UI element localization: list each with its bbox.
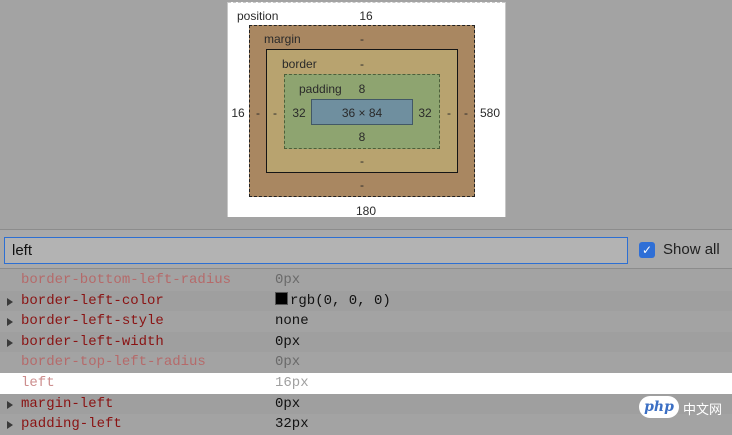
property-value: rgb(0, 0, 0) bbox=[290, 292, 391, 309]
position-label: position bbox=[237, 9, 279, 23]
property-value: none bbox=[275, 313, 309, 330]
property-value: 0px bbox=[275, 354, 301, 371]
property-row-border-top-left-radius[interactable]: border-top-left-radius 0px bbox=[0, 352, 732, 373]
padding-bottom-value[interactable]: 8 bbox=[359, 130, 366, 144]
property-value: 0px bbox=[275, 395, 301, 412]
property-name: border-left-style bbox=[21, 313, 164, 330]
property-name: border-top-left-radius bbox=[21, 354, 206, 371]
property-value-wrap: rgb(0, 0, 0) bbox=[275, 291, 391, 312]
property-name: left bbox=[21, 374, 55, 391]
expand-triangle-icon[interactable] bbox=[7, 297, 13, 306]
property-name: border-left-width bbox=[21, 333, 164, 350]
show-all-checkbox[interactable]: ✓ bbox=[639, 242, 655, 258]
property-row-border-left-width[interactable]: border-left-width 0px bbox=[0, 331, 732, 353]
site-watermark: php 中文网 bbox=[639, 396, 723, 418]
show-all-label[interactable]: Show all bbox=[663, 241, 720, 258]
border-left-value[interactable]: - bbox=[273, 106, 277, 120]
padding-left-value[interactable]: 32 bbox=[292, 106, 305, 120]
color-swatch-icon[interactable] bbox=[275, 291, 288, 305]
border-right-value[interactable]: - bbox=[447, 106, 451, 120]
border-top-value[interactable]: - bbox=[360, 57, 364, 71]
property-value: 32px bbox=[275, 416, 309, 433]
checkmark-icon: ✓ bbox=[641, 243, 653, 257]
margin-right-value[interactable]: - bbox=[464, 106, 468, 120]
expand-triangle-icon[interactable] bbox=[7, 338, 13, 347]
property-row-border-bottom-left-radius[interactable]: border-bottom-left-radius 0px bbox=[0, 270, 732, 291]
padding-label: padding bbox=[299, 82, 342, 96]
content-size-value[interactable]: 36 × 84 bbox=[342, 106, 382, 120]
property-name: border-left-color bbox=[21, 292, 164, 309]
computed-properties-list: border-bottom-left-radius 0px border-lef… bbox=[0, 270, 732, 435]
padding-right-value[interactable]: 32 bbox=[418, 106, 431, 120]
position-right-value[interactable]: 580 bbox=[480, 106, 500, 120]
property-row-border-left-style[interactable]: border-left-style none bbox=[0, 311, 732, 332]
php-logo: php bbox=[639, 396, 679, 418]
position-top-value[interactable]: 16 bbox=[359, 9, 372, 23]
margin-top-value[interactable]: - bbox=[360, 32, 364, 46]
filter-bar: ✓ Show all bbox=[0, 229, 732, 269]
property-name: padding-left bbox=[21, 416, 122, 433]
margin-label: margin bbox=[264, 32, 301, 46]
margin-left-value[interactable]: - bbox=[256, 106, 260, 120]
property-row-margin-left[interactable]: margin-left 0px bbox=[0, 393, 732, 415]
expand-triangle-icon[interactable] bbox=[7, 400, 13, 409]
property-row-border-left-color[interactable]: border-left-color rgb(0, 0, 0) bbox=[0, 290, 732, 312]
property-row-left[interactable]: left 16px bbox=[0, 372, 732, 394]
border-label: border bbox=[282, 57, 317, 71]
position-left-value[interactable]: 16 bbox=[231, 106, 244, 120]
property-name: margin-left bbox=[21, 395, 114, 412]
property-value: 16px bbox=[275, 374, 309, 391]
position-bottom-value[interactable]: 180 bbox=[356, 204, 376, 218]
expand-triangle-icon[interactable] bbox=[7, 318, 13, 327]
property-value: 0px bbox=[275, 333, 301, 350]
border-bottom-value[interactable]: - bbox=[360, 154, 364, 168]
margin-bottom-value[interactable]: - bbox=[360, 178, 364, 192]
watermark-site-text: 中文网 bbox=[683, 403, 723, 418]
filter-input[interactable] bbox=[4, 237, 628, 264]
padding-top-value[interactable]: 8 bbox=[359, 82, 366, 96]
expand-triangle-icon[interactable] bbox=[7, 421, 13, 430]
property-value: 0px bbox=[275, 272, 301, 288]
property-name: border-bottom-left-radius bbox=[21, 272, 232, 288]
property-row-padding-left[interactable]: padding-left 32px bbox=[0, 414, 732, 435]
